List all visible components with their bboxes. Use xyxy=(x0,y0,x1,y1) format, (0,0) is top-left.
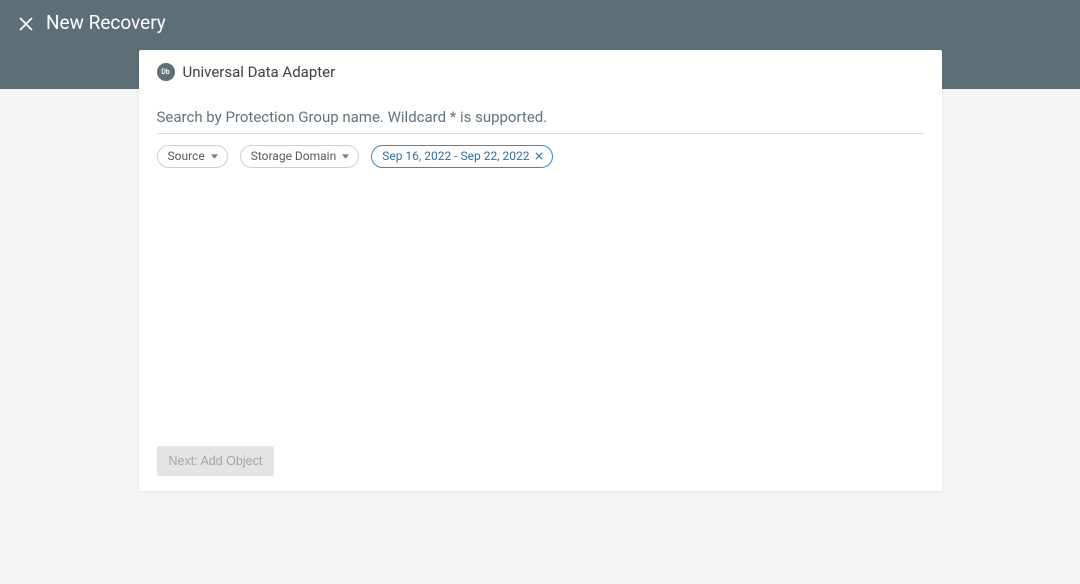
chevron-down-icon xyxy=(342,154,349,159)
filter-date-range[interactable]: Sep 16, 2022 - Sep 22, 2022 xyxy=(371,145,552,168)
page-title: New Recovery xyxy=(46,10,166,33)
next-add-object-button[interactable]: Next: Add Object xyxy=(157,446,275,476)
filter-date-range-label: Sep 16, 2022 - Sep 22, 2022 xyxy=(382,148,529,164)
card-title: Universal Data Adapter xyxy=(183,63,336,81)
filter-source-label: Source xyxy=(168,148,205,164)
filter-storage-domain-label: Storage Domain xyxy=(251,148,337,164)
chevron-down-icon xyxy=(211,154,218,159)
search-input[interactable] xyxy=(157,108,924,126)
recovery-card: Db Universal Data Adapter Source Storage… xyxy=(139,50,942,491)
content-spacer xyxy=(157,168,924,446)
search-row xyxy=(157,107,924,134)
close-icon[interactable] xyxy=(12,10,40,38)
card-header: Db Universal Data Adapter xyxy=(157,63,924,81)
filter-storage-domain[interactable]: Storage Domain xyxy=(240,145,360,168)
db-badge-icon: Db xyxy=(157,63,175,81)
filter-chips-row: Source Storage Domain Sep 16, 2022 - Sep… xyxy=(157,145,924,168)
close-icon[interactable] xyxy=(535,152,543,160)
filter-source[interactable]: Source xyxy=(157,145,228,168)
